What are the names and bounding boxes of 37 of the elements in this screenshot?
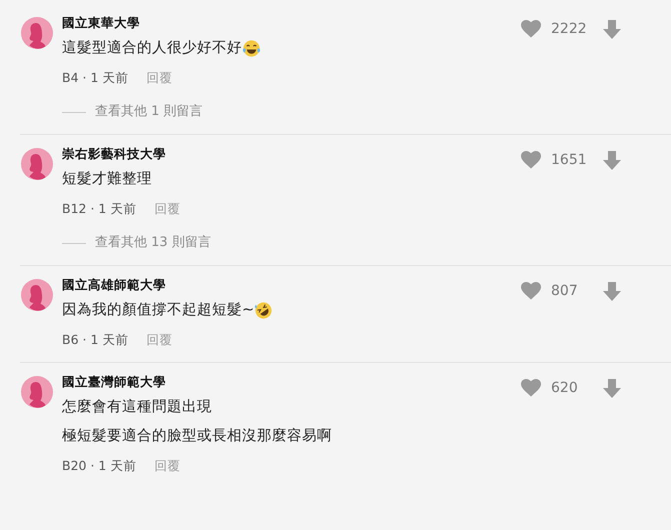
comment-text: 這髮型適合的人很少好不好 xyxy=(62,38,242,58)
down-arrow-icon[interactable] xyxy=(603,150,621,170)
like-count: 620 xyxy=(551,380,579,396)
avatar-icon xyxy=(21,376,53,408)
heart-icon[interactable] xyxy=(521,20,541,38)
heart-icon[interactable] xyxy=(521,151,541,169)
laughing-emoji-icon xyxy=(254,301,274,320)
like-count: 2222 xyxy=(551,21,588,37)
floor-and-time: B6 · 1 天前 xyxy=(62,331,128,349)
author-name: 國立高雄師範大學 xyxy=(62,276,167,294)
reply-link[interactable]: 回覆 xyxy=(154,199,180,219)
floor-and-time: B20 · 1 天前 xyxy=(62,457,136,475)
author-name: 國立臺灣師範大學 xyxy=(62,373,167,391)
avatar-icon xyxy=(21,279,53,311)
down-arrow-icon[interactable] xyxy=(603,282,621,300)
down-arrow-icon[interactable] xyxy=(603,20,621,38)
comment-text: 怎麼會有這種問題出現 xyxy=(62,398,212,417)
avatar-icon xyxy=(21,17,53,49)
avatar-icon xyxy=(21,148,53,180)
view-more-replies-link[interactable]: 查看其他 1 則留言 xyxy=(95,102,203,122)
like-count: 807 xyxy=(551,283,579,299)
reply-link[interactable]: 回覆 xyxy=(146,68,172,88)
heart-icon[interactable] xyxy=(521,282,541,300)
view-more-replies-link[interactable]: 查看其他 13 則留言 xyxy=(95,233,211,253)
laughing-emoji-icon xyxy=(242,39,261,58)
floor-and-time: B4 · 1 天前 xyxy=(62,69,128,87)
down-arrow-icon[interactable] xyxy=(603,378,621,398)
reply-link[interactable]: 回覆 xyxy=(146,330,172,350)
comment-text: 短髮才難整理 xyxy=(62,170,152,189)
author-name: 崇右影藝科技大學 xyxy=(62,145,167,163)
heart-icon[interactable] xyxy=(521,379,541,397)
reply-link[interactable]: 回覆 xyxy=(154,456,180,476)
comment-text: 因為我的顏值撐不起超短髮~ xyxy=(62,300,254,320)
author-name: 國立東華大學 xyxy=(62,14,141,32)
comment-text: 極短髮要適合的臉型或長相沒那麼容易啊 xyxy=(62,426,332,446)
floor-and-time: B12 · 1 天前 xyxy=(62,200,136,218)
like-count: 1651 xyxy=(551,152,588,168)
